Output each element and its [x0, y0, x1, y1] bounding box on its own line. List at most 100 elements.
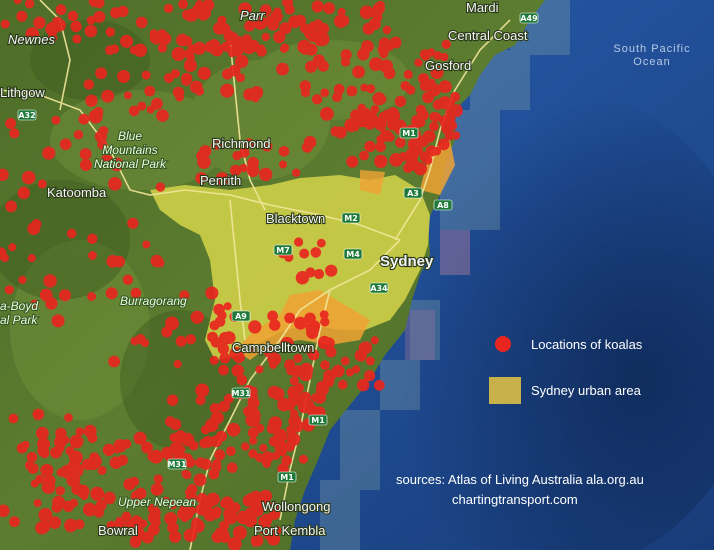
koala-dot [320, 317, 330, 327]
koala-dot [4, 285, 14, 295]
koala-dot [243, 88, 256, 101]
koala-dot [187, 484, 198, 495]
koala-dot [144, 85, 156, 97]
road-shield: M1 [277, 471, 297, 483]
koala-dot [362, 22, 375, 35]
place-wollongong: Wollongong [262, 499, 330, 514]
koala-dot [337, 379, 348, 390]
koala-dot [340, 356, 350, 366]
koala-dot [0, 19, 10, 29]
koala-dot [36, 520, 50, 534]
koala-dot [246, 493, 255, 502]
koala-dot [383, 67, 396, 80]
koala-dot [133, 431, 147, 445]
koala-dot [357, 378, 370, 392]
koala-dot [120, 34, 134, 48]
koala-dot [78, 113, 90, 125]
legend-koala-swatch [495, 336, 511, 352]
place-port-kembla: Port Kembla [254, 523, 326, 538]
koala-dot [214, 449, 226, 461]
koala-dot [330, 126, 341, 137]
koala-dot [177, 507, 190, 521]
svg-text:M1: M1 [280, 473, 294, 482]
koala-dot [110, 7, 122, 19]
road-shield: A32 [17, 109, 37, 121]
koala-dot [287, 385, 300, 399]
koala-dot [377, 123, 386, 132]
koala-dot [214, 527, 224, 537]
koala-dot [255, 453, 264, 462]
koala-dot [255, 365, 264, 374]
koala-dot [387, 107, 399, 119]
koala-dot [270, 10, 283, 23]
svg-text:A49: A49 [520, 14, 538, 23]
koala-dot [109, 456, 123, 470]
koala-dot [84, 24, 98, 38]
koala-dot [217, 310, 227, 320]
koala-dot [181, 9, 193, 20]
koala-dot [67, 10, 79, 22]
koala-dot [247, 157, 259, 169]
koala-dot [280, 44, 288, 53]
koala-dot [303, 400, 315, 411]
koala-dot [419, 80, 431, 92]
koala-dot [389, 153, 404, 167]
koala-dot [311, 94, 323, 105]
koala-dot [43, 474, 56, 487]
koala-dot [226, 446, 236, 456]
road-shield: M1 [399, 127, 419, 139]
koala-dot [374, 154, 388, 169]
koala-dot [127, 217, 139, 229]
koala-dot [276, 445, 288, 457]
koala-dot [298, 454, 308, 464]
koala-dot [123, 91, 132, 100]
place-richmond: Richmond [212, 136, 271, 151]
koala-dot [205, 286, 219, 300]
koala-dot [226, 422, 241, 437]
svg-text:A8: A8 [437, 201, 449, 210]
koala-dot [129, 45, 139, 55]
koala-dot [286, 365, 297, 376]
koala-dot [169, 530, 182, 543]
ocean-tile-purple [405, 310, 435, 360]
koala-dot [79, 148, 92, 161]
road-shield: A49 [519, 12, 539, 24]
sources-line2: chartingtransport.com [452, 492, 578, 507]
koala-dot [210, 435, 223, 448]
place-campbelltown: Campbelltown [232, 340, 314, 355]
koala-dot [5, 118, 17, 129]
koala-dot [411, 118, 422, 129]
koala-dot [425, 145, 437, 157]
koala-dot [51, 115, 61, 125]
koala-dot [311, 0, 324, 13]
koala-dot [72, 34, 82, 44]
ocean-tile-purple [440, 230, 470, 275]
koala-dot [219, 23, 231, 35]
koala-dot [375, 141, 386, 153]
koala-dot [219, 400, 231, 411]
koala-dot [76, 484, 90, 498]
koala-dot [164, 3, 174, 14]
koala-dot [151, 97, 163, 110]
koala-dot [113, 439, 127, 453]
koala-dot [74, 519, 85, 530]
koala-dot [26, 452, 38, 463]
koala-dot [236, 374, 248, 386]
koala-dot [229, 502, 241, 514]
koala-dot [53, 19, 66, 32]
koala-dot [69, 434, 84, 449]
koala-dot [174, 430, 187, 443]
koala-dot [195, 383, 210, 398]
road-shield: A9 [231, 310, 251, 322]
koala-dot [195, 457, 206, 468]
koala-dot [185, 334, 196, 345]
koala-dot [276, 62, 289, 76]
svg-text:M1: M1 [311, 416, 325, 425]
koala-dot [286, 425, 295, 434]
koala-dot [211, 510, 221, 519]
koala-dot [192, 41, 206, 55]
koala-dot [42, 146, 56, 160]
koala-dot [246, 416, 256, 426]
koala-dot [357, 48, 370, 61]
koala-dot [279, 22, 292, 35]
